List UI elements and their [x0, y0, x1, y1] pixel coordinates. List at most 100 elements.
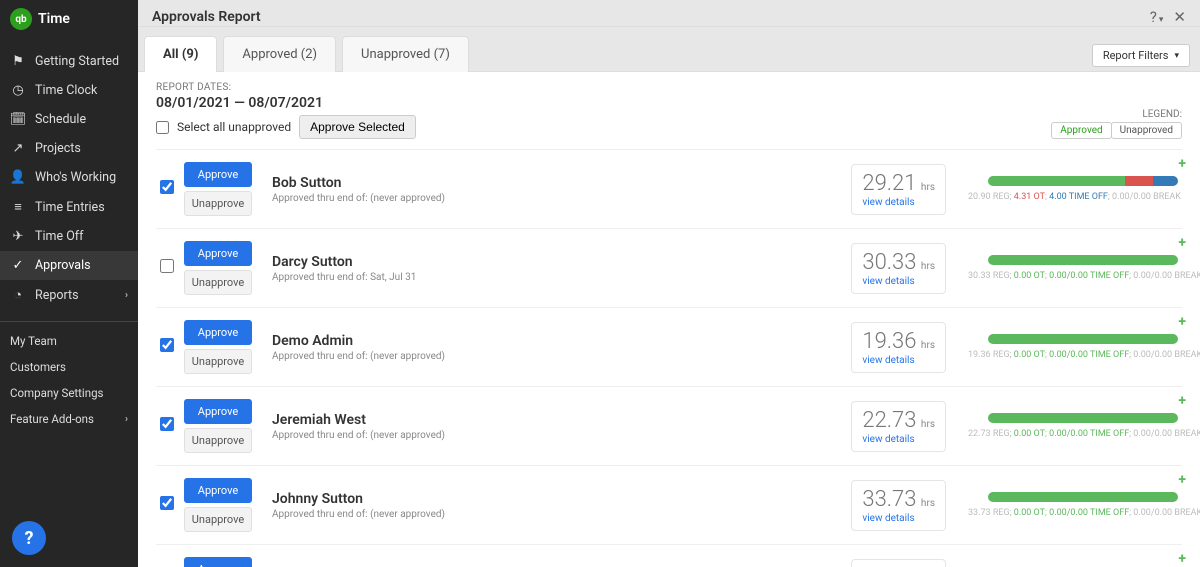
unapprove-button[interactable]: Unapprove [184, 507, 252, 532]
approval-row: Approve Unapprove Jeremiah West Approved… [156, 387, 1182, 466]
hours-unit: hrs [918, 340, 935, 351]
nav-icon: ◷ [10, 83, 26, 98]
subnav: My Team Customers Company Settings Feature … [0, 321, 138, 432]
header-actions: ? ✕ [1150, 8, 1186, 26]
hours-box: 22.73 hrs view details [851, 401, 946, 452]
approve-button[interactable]: Approve [184, 162, 252, 187]
hours-value: 33.73 [862, 487, 916, 512]
select-all-checkbox[interactable] [156, 121, 169, 134]
page-title: Approvals Report [152, 9, 261, 25]
view-details-link[interactable]: view details [862, 276, 935, 287]
hours-box: 30.33 hrs view details [851, 243, 946, 294]
person-name: Bob Sutton [272, 175, 841, 191]
view-details-link[interactable]: view details [862, 197, 935, 208]
nav-item-approvals[interactable]: ✓Approvals [0, 251, 138, 280]
row-checkbox[interactable] [160, 259, 174, 273]
breakdown: 33.73 REG; 0.00 OT; 0.00/0.00 TIME OFF; … [968, 508, 1178, 518]
close-icon[interactable]: ✕ [1173, 8, 1186, 26]
breakdown: 19.36 REG; 0.00 OT; 0.00/0.00 TIME OFF; … [968, 350, 1178, 360]
bar-segment [988, 334, 1178, 344]
subnav-label: Company Settings [10, 386, 103, 400]
help-fab[interactable]: ? [12, 521, 46, 555]
expand-icon[interactable]: + [1178, 156, 1186, 172]
hours-bar [988, 413, 1178, 423]
nav-label: Time Clock [35, 83, 97, 98]
hours-unit: hrs [918, 498, 935, 509]
unapprove-button[interactable]: Unapprove [184, 349, 252, 374]
tabs: All (9) Approved (2) Unapproved (7) Repo… [138, 27, 1200, 71]
unapprove-button[interactable]: Unapprove [184, 191, 252, 216]
subnav-item-feature-add-ons[interactable]: Feature Add-ons › [0, 406, 138, 432]
report-filters-button[interactable]: Report Filters [1092, 44, 1190, 67]
sidebar: qb Time ⚑ Getting Started ◷ Time Clock 🗓Sche… [0, 0, 138, 567]
nav-label: Projects [35, 141, 81, 156]
help-icon[interactable]: ? [1150, 8, 1164, 26]
bar-segment [988, 492, 1178, 502]
chevron-right-icon: › [125, 414, 128, 425]
tab-approved[interactable]: Approved (2) [223, 36, 336, 72]
hours-box: 33.73 hrs view details [851, 480, 946, 531]
legend-approved: Approved [1051, 122, 1111, 139]
expand-icon[interactable]: + [1178, 551, 1186, 567]
hours-unit: hrs [918, 182, 935, 193]
tab-unapproved[interactable]: Unapproved (7) [342, 36, 469, 72]
bar-segment [1153, 176, 1178, 186]
expand-icon[interactable]: + [1178, 314, 1186, 330]
nav-item-getting-started[interactable]: ⚑ Getting Started [0, 47, 138, 76]
row-checkbox[interactable] [160, 417, 174, 431]
approve-button[interactable]: Approve [184, 557, 252, 567]
subnav-label: Customers [10, 360, 66, 374]
person-name: Darcy Sutton [272, 254, 841, 270]
unapprove-button[interactable]: Unapprove [184, 428, 252, 453]
nav-label: Schedule [35, 112, 86, 127]
person-sub: Approved thru end of: (never approved) [272, 351, 841, 362]
view-details-link[interactable]: view details [862, 434, 935, 445]
report-dates-label: REPORT DATES: [156, 82, 416, 93]
unapprove-button[interactable]: Unapprove [184, 270, 252, 295]
hours-value: 19.36 [862, 329, 916, 354]
nav-item-who-s-working[interactable]: 👤Who's Working [0, 163, 138, 192]
expand-icon[interactable]: + [1178, 235, 1186, 251]
brand-logo: qb [10, 8, 32, 30]
nav-item-projects[interactable]: ↗Projects [0, 134, 138, 163]
approve-button[interactable]: Approve [184, 399, 252, 424]
report-dates: 08/01/2021 — 08/07/2021 [156, 95, 416, 111]
chevron-right-icon: › [125, 290, 128, 301]
hours-unit: hrs [918, 419, 935, 430]
nav-icon: ⚑ [10, 54, 26, 69]
nav-item-reports[interactable]: ◔Reports› [0, 280, 138, 310]
row-checkbox[interactable] [160, 180, 174, 194]
hours-box: 27.56 hrs view details [851, 559, 946, 567]
expand-icon[interactable]: + [1178, 472, 1186, 488]
row-checkbox[interactable] [160, 496, 174, 510]
nav-label: Getting Started [35, 54, 119, 69]
subnav-item-company-settings[interactable]: Company Settings [0, 380, 138, 406]
legend-label: LEGEND: [1052, 109, 1182, 120]
nav: ⚑ Getting Started ◷ Time Clock 🗓Schedule↗Pro… [0, 42, 138, 315]
subnav-item-customers[interactable]: Customers [0, 354, 138, 380]
tab-all[interactable]: All (9) [144, 36, 217, 72]
breakdown: 20.90 REG; 4.31 OT; 4.00 TIME OFF; 0.00/… [968, 192, 1178, 202]
brand: qb Time [0, 0, 138, 42]
nav-item-time-off[interactable]: ✈Time Off [0, 222, 138, 251]
view-details-link[interactable]: view details [862, 513, 935, 524]
subnav-item-my-team[interactable]: My Team [0, 328, 138, 354]
subnav-label: Feature Add-ons [10, 412, 94, 426]
nav-item-schedule[interactable]: 🗓Schedule [0, 105, 138, 134]
view-details-link[interactable]: view details [862, 355, 935, 366]
approve-selected-button[interactable]: Approve Selected [299, 115, 416, 139]
approve-button[interactable]: Approve [184, 478, 252, 503]
approve-button[interactable]: Approve [184, 241, 252, 266]
nav-item-time-entries[interactable]: ≡Time Entries [0, 192, 138, 222]
row-checkbox[interactable] [160, 338, 174, 352]
hours-bar [988, 255, 1178, 265]
hours-value: 29.21 [862, 171, 916, 196]
report-header: REPORT DATES: 08/01/2021 — 08/07/2021 Se… [156, 82, 1182, 150]
subnav-label: My Team [10, 334, 57, 348]
content: REPORT DATES: 08/01/2021 — 08/07/2021 Se… [138, 71, 1200, 567]
nav-item-time-clock[interactable]: ◷ Time Clock [0, 76, 138, 105]
expand-icon[interactable]: + [1178, 393, 1186, 409]
approval-row: Approve Unapprove Bob Sutton Approved th… [156, 150, 1182, 229]
approve-button[interactable]: Approve [184, 320, 252, 345]
bar-segment [988, 176, 1125, 186]
